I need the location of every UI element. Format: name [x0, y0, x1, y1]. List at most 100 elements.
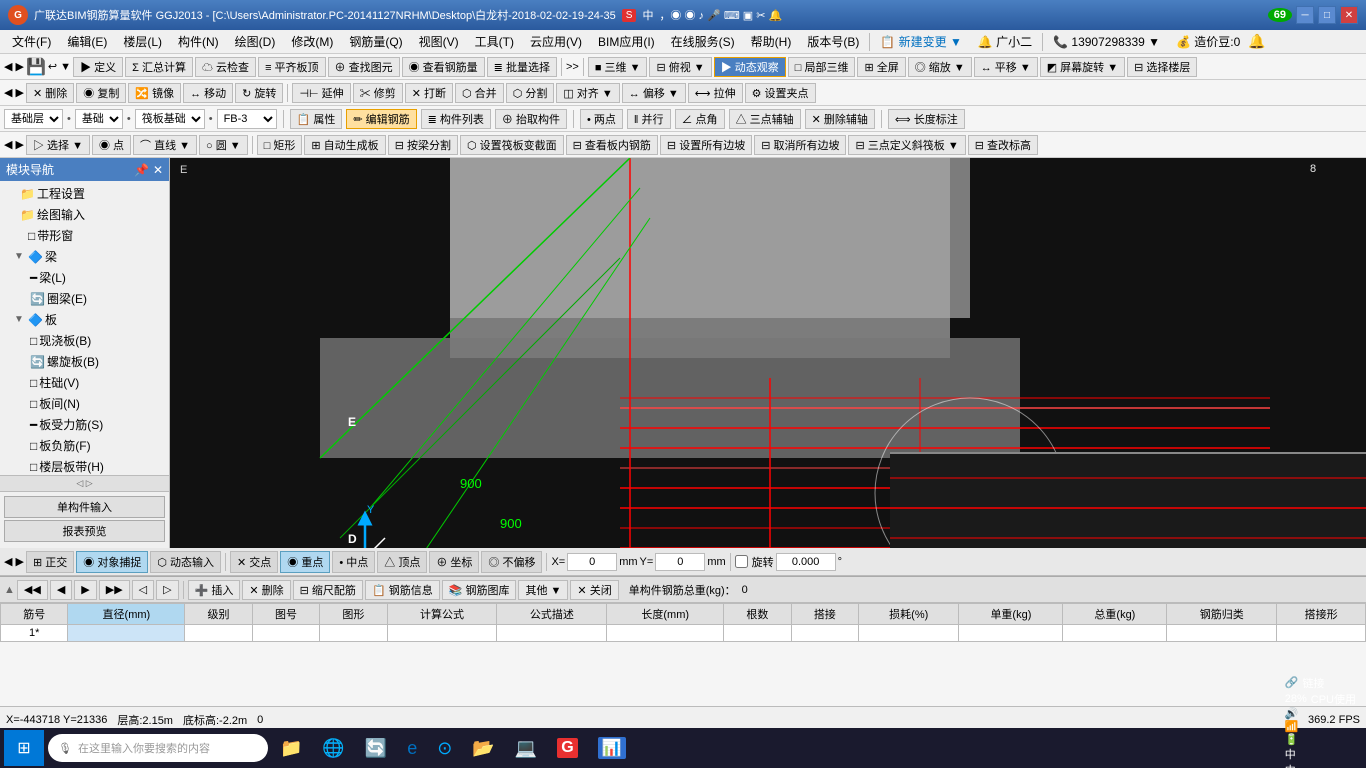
menu-draw[interactable]: 绘图(D) — [227, 31, 284, 52]
start-btn[interactable]: ⊞ — [4, 730, 44, 766]
bp-close[interactable]: ✕ 关闭 — [570, 580, 618, 600]
draw-split-beam[interactable]: ⊟ 按梁分割 — [388, 135, 458, 155]
tree-item-slab-gap[interactable]: □ 板间(N) — [2, 393, 167, 414]
bp-insert[interactable]: ➕ 插入 — [188, 580, 241, 600]
drawing-canvas[interactable] — [170, 158, 1366, 548]
snap-intersection[interactable]: ✕ 交点 — [230, 551, 278, 573]
taskbar-search[interactable]: 🎙 在这里输入你要搜索的内容 — [48, 734, 268, 762]
tb-dynamic-obs[interactable]: ▶ 动态观察 — [714, 57, 786, 77]
tray-lang[interactable]: 中 — [1279, 746, 1362, 762]
path-corner-btn[interactable]: ∠ 点角 — [675, 109, 725, 129]
rotate-check[interactable] — [735, 555, 748, 568]
bp-nav-first[interactable]: ◀◀ — [17, 580, 48, 600]
path-edit-rebar-btn[interactable]: ✏ 编辑钢筋 — [346, 109, 416, 129]
tb-cloud-check[interactable]: ☁ 云检查 — [195, 57, 256, 77]
tb-local-3d[interactable]: □ 局部三维 — [788, 57, 856, 77]
tb-select-floor[interactable]: ⊟ 选择楼层 — [1127, 57, 1197, 77]
tb2-stretch[interactable]: ⟷ 拉伸 — [688, 83, 743, 103]
path-subtype-select[interactable]: 筏板基础 — [135, 109, 205, 129]
tb2-extend[interactable]: ⊣⊢ 延伸 — [292, 83, 350, 103]
menu-cloud[interactable]: 云应用(V) — [522, 31, 590, 52]
menu-view[interactable]: 视图(V) — [411, 31, 467, 52]
tree-item-slab-group[interactable]: ▼ 🔷 板 — [2, 309, 167, 330]
draw-circle[interactable]: ○ 圆 ▼ — [199, 135, 248, 155]
draw-set-section[interactable]: ⬡ 设置筏板变截面 — [460, 135, 564, 155]
draw-cancel-edge[interactable]: ⊟ 取消所有边坡 — [754, 135, 846, 155]
menu-rebar-qty[interactable]: 钢筋量(Q) — [341, 31, 410, 52]
menu-file[interactable]: 文件(F) — [4, 31, 59, 52]
tb2-offset[interactable]: ↔ 偏移 ▼ — [622, 83, 686, 103]
draw-autogen[interactable]: ⊞ 自动生成板 — [304, 135, 385, 155]
draw-line[interactable]: ⌒ 直线 ▼ — [133, 135, 197, 155]
menu-online[interactable]: 在线服务(S) — [663, 31, 743, 52]
path-type-select[interactable]: 基础 — [75, 109, 123, 129]
path-list-btn[interactable]: ≣ 构件列表 — [421, 109, 491, 129]
menu-component[interactable]: 构件(N) — [170, 31, 227, 52]
bp-delete[interactable]: ✕ 删除 — [242, 580, 290, 600]
tb-fullscreen[interactable]: ⊞ 全屏 — [857, 57, 905, 77]
menu-help[interactable]: 帮助(H) — [743, 31, 800, 52]
taskbar-app-file[interactable]: 📁 — [272, 730, 310, 766]
y-input[interactable] — [655, 553, 705, 571]
tb2-trim[interactable]: ✂ 修剪 — [353, 83, 403, 103]
menu-phone[interactable]: 📞 13907298339 ▼ — [1045, 33, 1168, 51]
menu-floor[interactable]: 楼层(L) — [115, 31, 170, 52]
taskbar-app-glodon[interactable]: G — [549, 730, 585, 766]
bp-rebar-info[interactable]: 📋 钢筋信息 — [365, 580, 440, 600]
tree-item-beam-l[interactable]: ━ 梁(L) — [2, 267, 167, 288]
taskbar-app-folder[interactable]: 📂 — [464, 730, 502, 766]
tb-align-top[interactable]: ≡ 平齐板顶 — [258, 57, 325, 77]
tb-pan[interactable]: ↔ 平移 ▼ — [974, 57, 1038, 77]
canvas-area[interactable]: 900 900 Y X E D — [170, 158, 1366, 548]
tb2-setgrip[interactable]: ⚙ 设置夹点 — [745, 83, 816, 103]
snap-no-offset[interactable]: ◎ 不偏移 — [481, 551, 542, 573]
tree-item-draw-input[interactable]: 📁 绘图输入 — [2, 204, 167, 225]
snap-ortho[interactable]: ⊞ 正交 — [26, 551, 74, 573]
draw-select[interactable]: ▷ 选择 ▼ — [26, 135, 90, 155]
tb-zoom[interactable]: ◎ 缩放 ▼ — [908, 57, 972, 77]
bp-nav-next[interactable]: ▶ — [74, 580, 96, 600]
path-layer-select[interactable]: 基础层 — [4, 109, 63, 129]
path-element-select[interactable]: FB-3 — [217, 109, 277, 129]
snap-midpoint[interactable]: • 中点 — [332, 551, 375, 573]
bp-resize[interactable]: ⊟ 缩尺配筋 — [293, 580, 363, 600]
bp-other[interactable]: 其他 ▼ — [518, 580, 568, 600]
path-props-btn[interactable]: 📋 属性 — [290, 109, 343, 129]
tree-item-castslab[interactable]: □ 现浇板(B) — [2, 330, 167, 351]
tree-item-floor-strip[interactable]: □ 楼层板带(H) — [2, 456, 167, 475]
tb2-move[interactable]: ↔ 移动 — [183, 83, 233, 103]
menu-edit[interactable]: 编辑(E) — [59, 31, 115, 52]
table-row[interactable]: 1* — [1, 625, 1366, 642]
tb-calc[interactable]: Σ 汇总计算 — [125, 57, 193, 77]
taskbar-app-pc[interactable]: 💻 — [507, 730, 545, 766]
draw-view-inner-rebar[interactable]: ⊟ 查看板内钢筋 — [566, 135, 658, 155]
tb-top-view[interactable]: ⊟ 俯视 ▼ — [649, 57, 711, 77]
tb-define[interactable]: ▶ 定义 — [73, 57, 123, 77]
tree-scroll-bar[interactable]: ◁ ▷ — [0, 475, 169, 491]
tb2-merge[interactable]: ⬡ 合并 — [455, 83, 504, 103]
snap-object[interactable]: ◉ 对象捕捉 — [76, 551, 148, 573]
taskbar-app-ggj[interactable]: 📊 — [590, 730, 634, 766]
path-pickup-btn[interactable]: ⊕ 抬取构件 — [495, 109, 567, 129]
path-dim-btn[interactable]: ⟺ 长度标注 — [888, 109, 965, 129]
tb2-break[interactable]: ✕ 打断 — [405, 83, 453, 103]
path-parallel-btn[interactable]: ‖ 并行 — [627, 109, 671, 129]
report-preview-btn[interactable]: 报表预览 — [4, 520, 165, 542]
path-threeaux-btn[interactable]: △ 三点辅轴 — [729, 109, 801, 129]
tree-item-strip-window[interactable]: □ 带形窗 — [2, 225, 167, 246]
tb2-copy[interactable]: ◉ 复制 — [76, 83, 126, 103]
tb2-align[interactable]: ◫ 对齐 ▼ — [556, 83, 619, 103]
x-input[interactable] — [567, 553, 617, 571]
single-component-input-btn[interactable]: 单构件输入 — [4, 496, 165, 518]
bp-nav-last[interactable]: ▶▶ — [99, 580, 130, 600]
tb2-rotate[interactable]: ↻ 旋转 — [235, 83, 283, 103]
tree-item-project-settings[interactable]: 📁 工程设置 — [2, 183, 167, 204]
tree-item-ring-beam[interactable]: 🔄 圈梁(E) — [2, 288, 167, 309]
tb-find[interactable]: ⊕ 查找图元 — [328, 57, 400, 77]
tree-item-pillar-foot[interactable]: □ 柱础(V) — [2, 372, 167, 393]
bp-nav-next2[interactable]: ▷ — [156, 580, 178, 600]
bp-nav-prev2[interactable]: ◁ — [132, 580, 154, 600]
tb2-delete[interactable]: ✕ 删除 — [26, 83, 74, 103]
tb2-mirror[interactable]: 🔀 镜像 — [128, 83, 181, 103]
taskbar-app-browser[interactable]: 🌐 — [314, 730, 352, 766]
